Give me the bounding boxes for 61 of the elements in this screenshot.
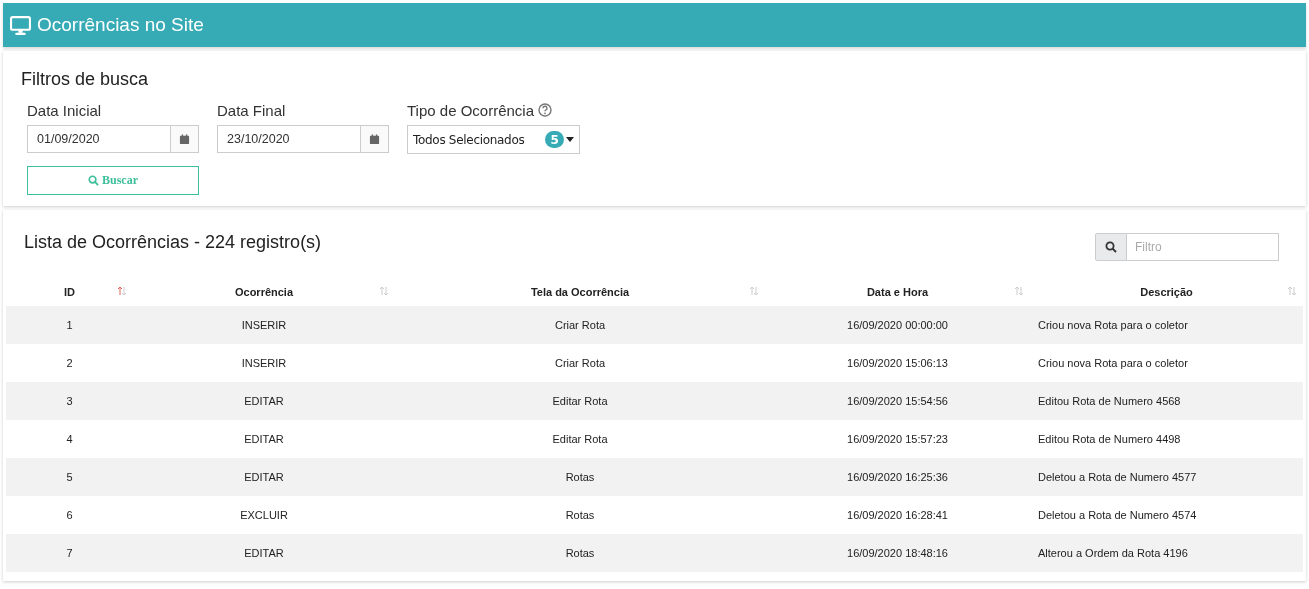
- column-header[interactable]: ID: [64, 286, 75, 298]
- table-cell: EDITAR: [244, 433, 284, 445]
- table-cell: 16/09/2020 18:48:16: [847, 547, 948, 559]
- table-cell: Rotas: [565, 471, 595, 483]
- table-cell: 16/09/2020 00:00:00: [847, 319, 948, 331]
- section-title: Filtros de busca: [21, 69, 150, 90]
- table-cell: 16/09/2020 15:06:13: [847, 357, 948, 369]
- table-cell: INSERIR: [241, 357, 287, 369]
- calendar-button[interactable]: [361, 125, 389, 153]
- monitor-icon: [10, 15, 31, 35]
- table-cell: Rotas: [565, 509, 595, 521]
- column-header[interactable]: Data e Hora: [866, 286, 929, 298]
- page-title: Ocorrências no Site: [37, 14, 204, 36]
- table-cell: 16/09/2020 15:57:23: [847, 433, 948, 445]
- table-cell: EDITAR: [244, 547, 284, 559]
- table-cell: 5: [66, 471, 73, 483]
- table-cell: Criar Rota: [554, 319, 606, 331]
- calendar-icon: [369, 133, 380, 145]
- table-cell: 6: [66, 509, 73, 521]
- table-cell: INSERIR: [241, 319, 287, 331]
- date-field[interactable]: 01/09/2020: [27, 125, 171, 153]
- search-icon: [88, 175, 99, 186]
- field-label: Data Final: [217, 102, 287, 119]
- table-cell: Alterou a Ordem da Rota 4196: [1038, 547, 1188, 559]
- search-icon: [1095, 233, 1127, 261]
- field-label: Data Inicial: [27, 102, 103, 119]
- table-cell: 2: [66, 357, 73, 369]
- field-label: Tipo de Ocorrência: [407, 102, 534, 119]
- table-cell: Deletou a Rota de Numero 4574: [1038, 509, 1197, 521]
- table-cell: 4: [66, 433, 73, 445]
- table-cell: Editar Rota: [552, 433, 608, 445]
- table-cell: EDITAR: [244, 471, 284, 483]
- column-header[interactable]: Tela da Ocorrência: [530, 286, 630, 298]
- date-field[interactable]: 23/10/2020: [217, 125, 361, 153]
- help-icon[interactable]: [538, 103, 552, 117]
- table-cell: Editou Rota de Numero 4568: [1038, 395, 1181, 407]
- table-cell: Criar Rota: [554, 357, 606, 369]
- list-title: Lista de Ocorrências - 224 registro(s): [24, 232, 322, 254]
- filter-field[interactable]: Filtro: [1127, 233, 1279, 261]
- count-badge: 5: [545, 131, 564, 148]
- sort-icon[interactable]: [117, 286, 127, 296]
- table-cell: EXCLUIR: [240, 509, 288, 521]
- table-cell: Rotas: [565, 547, 595, 559]
- caret-icon: [566, 137, 574, 142]
- table-cell: Editou Rota de Numero 4498: [1038, 433, 1181, 445]
- table-cell: 3: [66, 395, 73, 407]
- table-cell: 7: [66, 547, 73, 559]
- table-cell: Editar Rota: [552, 395, 608, 407]
- calendar-button[interactable]: [171, 125, 199, 153]
- calendar-icon: [179, 133, 190, 145]
- type-dropdown[interactable]: Todos Selecionados 5: [407, 125, 580, 154]
- table-cell: 16/09/2020 16:25:36: [847, 471, 948, 483]
- column-header[interactable]: Ocorrência: [234, 286, 294, 298]
- table-cell: EDITAR: [244, 395, 284, 407]
- table-cell: Deletou a Rota de Numero 4577: [1038, 471, 1197, 483]
- table-cell: 16/09/2020 15:54:56: [847, 395, 948, 407]
- table-cell: 16/09/2020 16:28:41: [847, 509, 948, 521]
- column-header[interactable]: Descrição: [1140, 286, 1193, 298]
- table-cell: 1: [66, 319, 73, 331]
- table-cell: Criou nova Rota para o coletor: [1038, 357, 1188, 369]
- table-cell: Criou nova Rota para o coletor: [1038, 319, 1188, 331]
